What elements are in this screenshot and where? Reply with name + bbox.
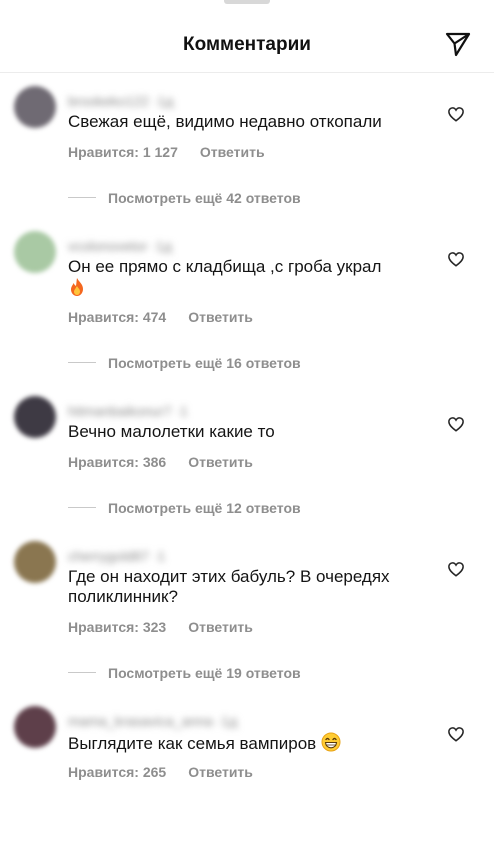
- comment-meta: Нравится: 323 Ответить: [68, 619, 253, 635]
- heart-icon[interactable]: [447, 250, 465, 268]
- reply-button[interactable]: Ответить: [188, 454, 253, 470]
- likes-count[interactable]: Нравится: 1 127: [68, 144, 178, 160]
- comment-username[interactable]: brookeko122 ·1д: [68, 94, 173, 108]
- view-replies-button[interactable]: Посмотреть ещё 19 ответов: [68, 665, 301, 681]
- replies-divider: [68, 507, 96, 509]
- reply-button[interactable]: Ответить: [188, 764, 253, 780]
- view-replies-label: Посмотреть ещё 12 ответов: [108, 500, 301, 516]
- likes-count[interactable]: Нравится: 265: [68, 764, 166, 780]
- comment-item: hitmanbaikonur7 ·1 Вечно малолетки какие…: [0, 396, 494, 541]
- comment-text: Свежая ещё, видимо недавно откопали: [68, 112, 382, 131]
- comment-meta: Нравится: 386 Ответить: [68, 454, 253, 470]
- grinning-face-emoji: [321, 732, 341, 752]
- avatar[interactable]: [14, 396, 56, 438]
- heart-icon[interactable]: [447, 725, 465, 743]
- replies-divider: [68, 362, 96, 364]
- comment-text: Выглядите как семья вампиров: [68, 732, 440, 754]
- heart-icon[interactable]: [447, 415, 465, 433]
- comment-item: mama_krasavica_anna ·1д Выглядите как се…: [0, 706, 494, 851]
- comment-username[interactable]: hitmanbaikonur7 ·1: [68, 404, 188, 418]
- comment-text: Вечно малолетки какие то: [68, 422, 275, 441]
- view-replies-button[interactable]: Посмотреть ещё 42 ответов: [68, 190, 301, 206]
- reply-button[interactable]: Ответить: [200, 144, 265, 160]
- reply-button[interactable]: Ответить: [188, 619, 253, 635]
- view-replies-label: Посмотреть ещё 16 ответов: [108, 355, 301, 371]
- comment-meta: Нравится: 474 Ответить: [68, 309, 253, 325]
- comment-meta: Нравится: 265 Ответить: [68, 764, 253, 780]
- comment-username[interactable]: vcolonovetor ·1д: [68, 239, 172, 253]
- likes-count[interactable]: Нравится: 323: [68, 619, 166, 635]
- comment-item: cherrygold87 ·1 Где он находит этих бабу…: [0, 541, 494, 686]
- avatar[interactable]: [14, 231, 56, 273]
- comment-text: Где он находит этих бабуль? В очередях п…: [68, 567, 390, 606]
- view-replies-label: Посмотреть ещё 42 ответов: [108, 190, 301, 206]
- likes-count[interactable]: Нравится: 386: [68, 454, 166, 470]
- heart-icon[interactable]: [447, 560, 465, 578]
- avatar[interactable]: [14, 706, 56, 748]
- avatar[interactable]: [14, 541, 56, 583]
- reply-button[interactable]: Ответить: [188, 309, 253, 325]
- comment-text-content: Выглядите как семья вампиров: [68, 734, 317, 753]
- comment-username[interactable]: mama_krasavica_anna ·1д: [68, 714, 237, 728]
- page-title: Комментарии: [183, 34, 311, 55]
- fire-emoji: [71, 278, 83, 296]
- heart-icon[interactable]: [447, 105, 465, 123]
- comment-meta: Нравится: 1 127 Ответить: [68, 144, 265, 160]
- comment-item: vcolonovetor ·1д Он ее прямо с кладбища …: [0, 231, 494, 376]
- comment-text: Он ее прямо с кладбища ,с гроба украл: [68, 257, 440, 299]
- paper-plane-icon[interactable]: [444, 30, 472, 58]
- comment-text-content: Он ее прямо с кладбища ,с гроба украл: [68, 257, 382, 276]
- comments-header: Комментарии: [0, 0, 494, 73]
- view-replies-button[interactable]: Посмотреть ещё 12 ответов: [68, 500, 301, 516]
- comment-username[interactable]: cherrygold87 ·1: [68, 549, 165, 563]
- avatar[interactable]: [14, 86, 56, 128]
- view-replies-button[interactable]: Посмотреть ещё 16 ответов: [68, 355, 301, 371]
- view-replies-label: Посмотреть ещё 19 ответов: [108, 665, 301, 681]
- replies-divider: [68, 197, 96, 199]
- replies-divider: [68, 672, 96, 674]
- comment-item: brookeko122 ·1д Свежая ещё, видимо недав…: [0, 86, 494, 231]
- likes-count[interactable]: Нравится: 474: [68, 309, 166, 325]
